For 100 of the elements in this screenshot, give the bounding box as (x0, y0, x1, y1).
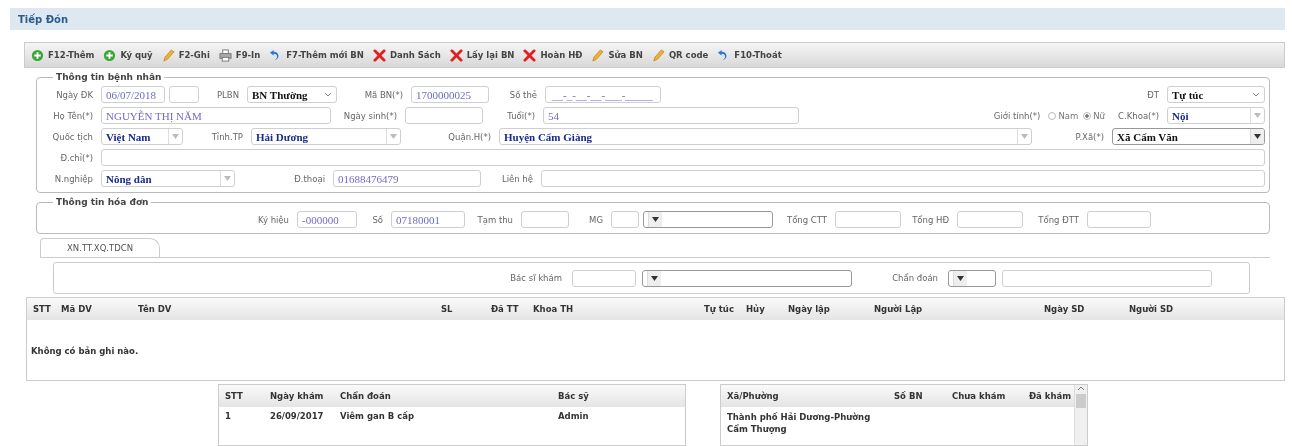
printer-icon (218, 48, 232, 62)
field-label: Quận.H(*) (448, 131, 491, 142)
column-header[interactable]: Chưa khám (952, 391, 1029, 401)
field-label: Mã BN(*) (364, 89, 403, 100)
input-field[interactable]: __-_-__-__-___-_____ (545, 86, 661, 103)
field-label: MG (589, 214, 603, 225)
field-label: Tạm thu (477, 214, 513, 225)
field-label: Họ Tên(*) (53, 110, 93, 121)
field-label: Đ.chỉ(*) (60, 152, 93, 163)
dropdown-arrow-icon (390, 134, 397, 139)
dropdown-arrow-icon (651, 275, 658, 281)
scroll-up-icon (1077, 385, 1085, 391)
dropdown-field[interactable] (643, 211, 773, 228)
column-header[interactable]: Người Lập (874, 304, 1044, 314)
toolbar-button[interactable]: F2-Ghi (161, 48, 210, 62)
toolbar-button[interactable]: F9-In (218, 48, 261, 62)
chevron-icon (1252, 92, 1260, 97)
input-field[interactable] (957, 211, 1023, 228)
field-label: Đ.thoại (294, 173, 325, 184)
dropdown-field[interactable]: Xã Cẩm Văn (1112, 128, 1265, 145)
close-icon (449, 48, 463, 62)
column-header[interactable]: STT (33, 304, 61, 314)
column-header[interactable]: Người SD (1129, 304, 1284, 314)
column-header[interactable]: STT (225, 391, 270, 401)
field-label: PLBN (216, 89, 239, 100)
radio-button[interactable] (1083, 111, 1092, 120)
column-header[interactable]: Đã TT (491, 304, 533, 314)
column-header[interactable]: SL (441, 304, 491, 314)
field-label: Quốc tịch (52, 131, 93, 142)
column-header[interactable]: Hủy (746, 304, 788, 314)
table-cell-text: Admin (558, 411, 590, 421)
column-header[interactable]: Số BN (894, 391, 952, 401)
dropdown-arrow-icon (652, 217, 659, 222)
input-field[interactable]: -000000 (297, 211, 357, 228)
toolbar-button[interactable]: F7-Thêm mới BN (269, 48, 364, 62)
column-header[interactable]: Ngày lập (788, 304, 874, 314)
input-field[interactable]: 1700000025 (411, 86, 489, 103)
table-cell-text: Thành phố Hải Dương-Phường Cẩm Thượng (727, 411, 872, 435)
field-label: Ngày ĐK (56, 89, 93, 100)
panel-legend: Thông tin hóa đơn (53, 197, 152, 207)
combo-field[interactable]: Nông dân (101, 170, 235, 187)
field-label: Liên hệ (501, 173, 533, 184)
select-field[interactable]: BN Thường (247, 86, 337, 103)
input-field[interactable] (572, 269, 636, 287)
combo-field[interactable]: Huyện Cẩm Giàng (499, 128, 1032, 145)
column-header[interactable]: Xã/Phường (727, 391, 894, 401)
input-field[interactable] (1087, 211, 1151, 228)
dropdown-field[interactable] (642, 269, 852, 287)
radio-button[interactable] (1048, 111, 1057, 120)
input-field[interactable]: NGUYỄN THỊ NĂM (101, 107, 331, 124)
combo-field[interactable]: Hải Dương (251, 128, 401, 145)
toolbar-button[interactable]: F12-Thêm (31, 48, 95, 62)
toolbar-button[interactable]: QR code (651, 48, 709, 62)
toolbar-button[interactable]: F10-Thoát (717, 48, 782, 62)
column-header[interactable]: Mã DV (61, 304, 138, 314)
field-label: C.Khoa(*) (1118, 110, 1159, 121)
input-field[interactable] (405, 107, 483, 124)
input-field[interactable] (541, 170, 1265, 187)
dropdown-arrow-icon (1254, 113, 1261, 118)
combo-field[interactable]: Việt Nam (101, 128, 183, 145)
column-header[interactable]: Khoa TH (533, 304, 704, 314)
chevron-icon (324, 92, 332, 97)
column-header[interactable]: Tên DV (138, 304, 441, 314)
input-field[interactable] (1002, 269, 1212, 287)
column-header[interactable]: Đã khám (1029, 391, 1074, 401)
dropdown-field[interactable] (948, 269, 996, 287)
column-header[interactable]: Tự túc (704, 304, 746, 314)
toolbar-button[interactable]: Ký quỹ (103, 48, 153, 62)
input-field[interactable] (611, 211, 639, 228)
input-field[interactable] (835, 211, 901, 228)
field-label: Tổng ĐTT (1038, 214, 1079, 225)
column-header[interactable]: Ngày SD (1044, 304, 1129, 314)
add-icon (31, 48, 44, 62)
combo-field[interactable]: Nội (1167, 107, 1265, 124)
dropdown-arrow-icon (957, 275, 964, 281)
table-cell-text: Viêm gan B cấp (340, 411, 416, 421)
radio-label: Nữ (1093, 110, 1105, 121)
input-field[interactable]: 54 (543, 107, 799, 124)
field-label: N.nghiệp (54, 173, 93, 184)
input-field[interactable] (521, 211, 569, 228)
dropdown-arrow-icon (172, 134, 179, 139)
input-field[interactable]: 06/07/2018 (101, 86, 165, 103)
column-header[interactable]: Ngày khám (270, 391, 340, 401)
input-field[interactable]: 01688476479 (333, 170, 481, 187)
input-field[interactable] (101, 149, 1265, 166)
close-icon (372, 48, 386, 62)
field-label: Giới tính(*) (993, 110, 1041, 121)
toolbar-button[interactable]: Danh Sách (372, 48, 441, 62)
scrollbar[interactable] (1074, 385, 1087, 445)
select-field[interactable]: Tự túc (1167, 86, 1265, 103)
toolbar-button[interactable]: Hoàn HĐ (523, 48, 583, 62)
tab[interactable]: XN.TT.XQ.TDCN (40, 238, 161, 257)
field-label: Số thẻ (509, 89, 537, 100)
column-header[interactable]: Bác sỹ (558, 391, 685, 401)
toolbar-button[interactable]: Lấy lại BN (449, 48, 515, 62)
field-label: P.Xã(*) (1075, 131, 1104, 142)
column-header[interactable]: Chẩn đoán (340, 391, 558, 401)
toolbar-button[interactable]: Sửa BN (591, 48, 643, 62)
input-field[interactable] (169, 86, 199, 103)
input-field[interactable]: 07180001 (391, 211, 465, 228)
